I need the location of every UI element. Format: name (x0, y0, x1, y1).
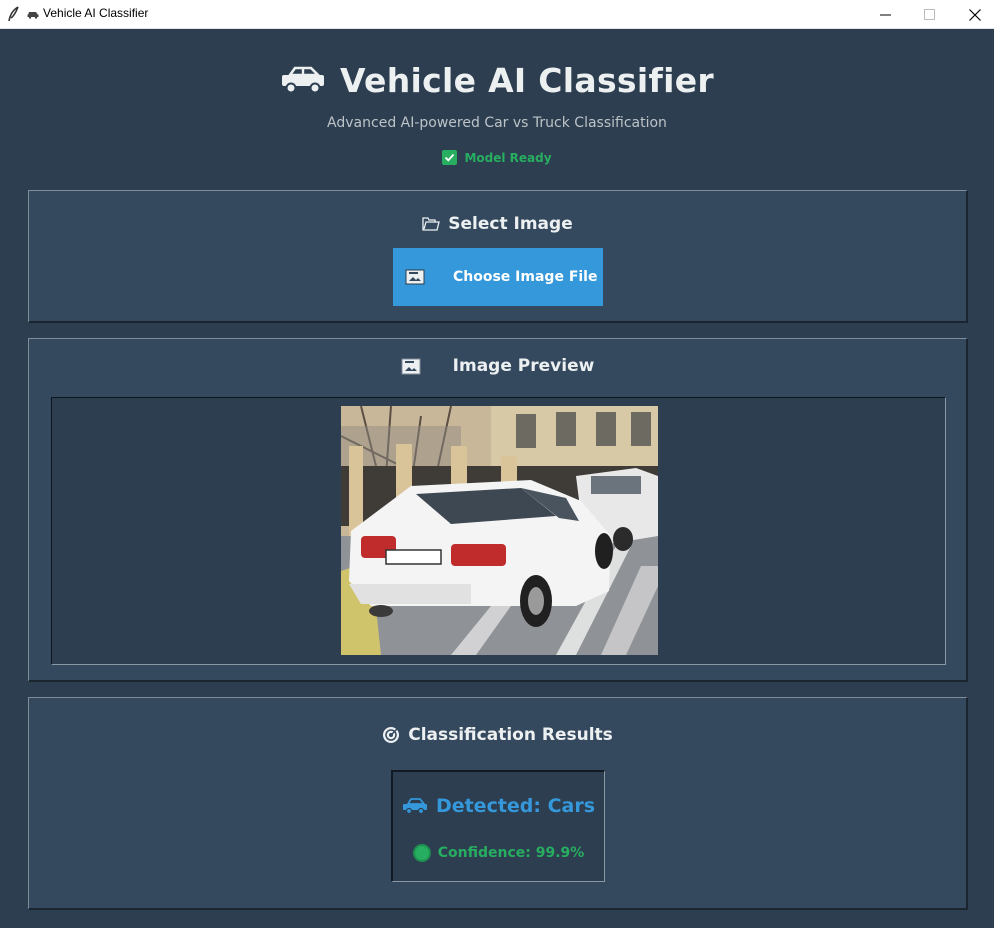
detected-label: Detected: Cars (393, 795, 604, 817)
image-preview-area (51, 397, 946, 665)
close-button[interactable] (952, 0, 994, 29)
choose-image-file-label: Choose Image File (453, 269, 598, 285)
classification-results-heading: Classification Results (29, 725, 966, 745)
folder-icon (422, 217, 441, 231)
app-header: Vehicle AI Classifier (0, 58, 994, 102)
classification-results-title: Classification Results (408, 725, 613, 745)
picture-icon (405, 269, 425, 285)
maximize-icon (923, 9, 935, 20)
classification-results-panel: Classification Results Detected: Cars Co… (28, 697, 968, 910)
window-titlebar: Vehicle AI Classifier (0, 0, 994, 29)
image-preview-title: Image Preview (452, 356, 595, 376)
car-icon (282, 66, 324, 94)
minimize-button[interactable] (862, 0, 908, 29)
car-icon (27, 12, 39, 19)
target-icon (383, 727, 400, 743)
green-circle-icon (412, 844, 431, 862)
select-image-title: Select Image (448, 214, 573, 234)
select-image-heading: Select Image (29, 214, 966, 234)
app-title: Vehicle AI Classifier (340, 60, 714, 100)
result-box: Detected: Cars Confidence: 99.9% (391, 770, 605, 882)
close-icon (969, 8, 981, 21)
check-icon (442, 150, 458, 165)
confidence-text: Confidence: 99.9% (437, 845, 585, 861)
detected-text: Detected: Cars (435, 795, 596, 817)
window-title: Vehicle AI Classifier (43, 6, 149, 20)
feather-icon (8, 6, 19, 22)
maximize-button[interactable] (906, 0, 952, 29)
select-image-panel: Select Image Choose Image File (28, 190, 968, 323)
app-subtitle: Advanced AI-powered Car vs Truck Classif… (327, 115, 667, 131)
vehicle-photo (341, 406, 658, 655)
model-status-label: Model Ready (464, 150, 552, 165)
picture-icon (401, 358, 421, 374)
image-preview-heading: Image Preview (29, 356, 966, 376)
minimize-icon (879, 14, 891, 16)
choose-image-file-button[interactable]: Choose Image File (393, 248, 603, 306)
image-preview-panel: Image Preview (28, 338, 968, 682)
car-icon (402, 798, 427, 814)
confidence-label: Confidence: 99.9% (393, 844, 604, 862)
model-status: Model Ready (0, 150, 994, 165)
